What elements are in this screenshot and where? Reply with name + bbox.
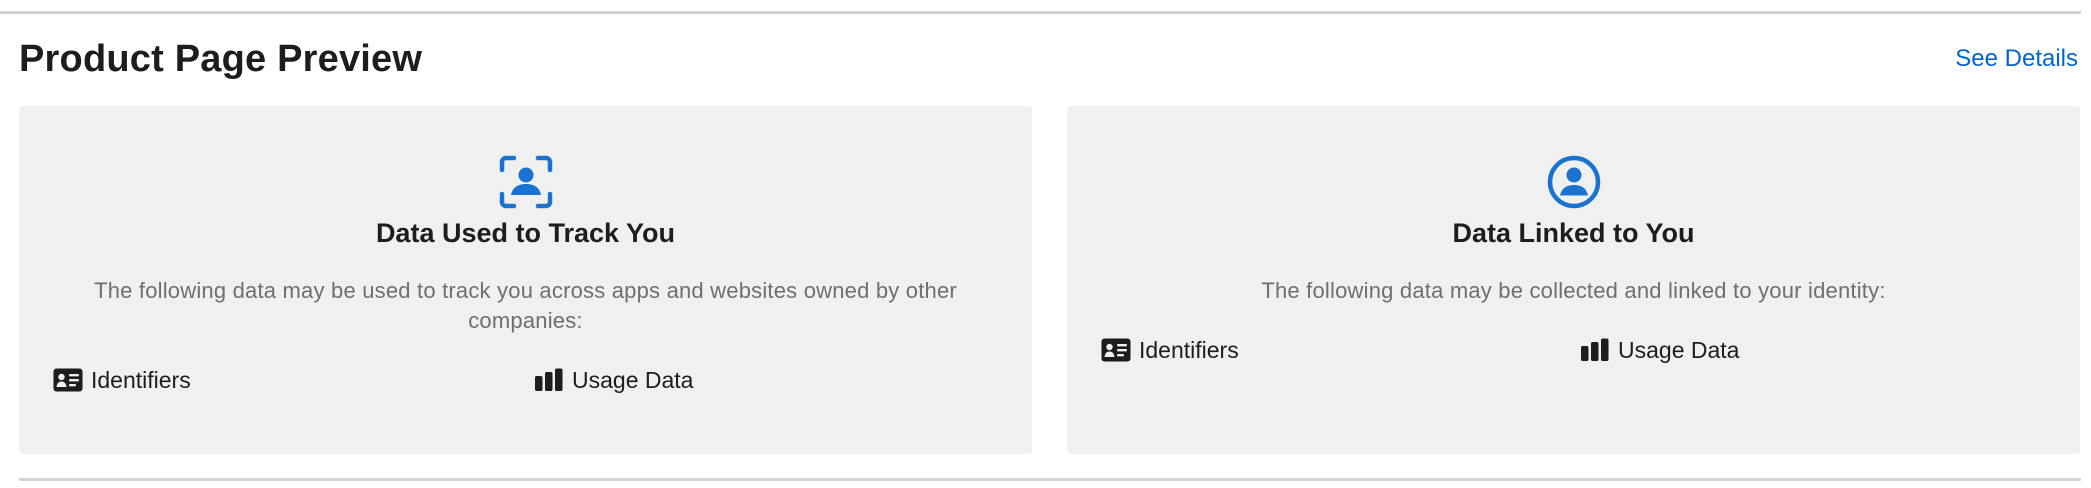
- data-type-label: Usage Data: [572, 367, 694, 393]
- see-details-link[interactable]: See Details: [1955, 44, 2078, 74]
- person-tracking-icon: [499, 155, 552, 209]
- section-title: Product Page Preview: [19, 38, 423, 80]
- bar-chart-icon: [535, 368, 563, 391]
- privacy-card-linked: Data Linked to You The following data ma…: [1067, 106, 2080, 454]
- id-card-icon: [1101, 338, 1131, 362]
- bar-chart-icon: [1581, 338, 1609, 361]
- card-description: The following data may be collected and …: [1261, 278, 1886, 303]
- person-circle-icon: [1547, 155, 1600, 209]
- data-type-label: Identifiers: [91, 367, 191, 393]
- data-type-identifiers: Identifiers: [1101, 334, 1239, 366]
- data-type-label: Usage Data: [1618, 337, 1740, 363]
- data-type-usage-data: Usage Data: [534, 364, 693, 396]
- bottom-divider: [19, 478, 2081, 481]
- card-description: The following data may be used to track …: [94, 278, 957, 333]
- data-type-usage-data: Usage Data: [1580, 334, 1739, 366]
- privacy-card-tracking: Data Used to Track You The following dat…: [19, 106, 1032, 454]
- card-title: Data Used to Track You: [375, 218, 676, 248]
- data-type-identifiers: Identifiers: [53, 364, 191, 396]
- card-title: Data Linked to You: [1452, 218, 1695, 248]
- top-divider: [0, 11, 2081, 14]
- data-type-label: Identifiers: [1139, 337, 1239, 363]
- id-card-icon: [53, 368, 83, 392]
